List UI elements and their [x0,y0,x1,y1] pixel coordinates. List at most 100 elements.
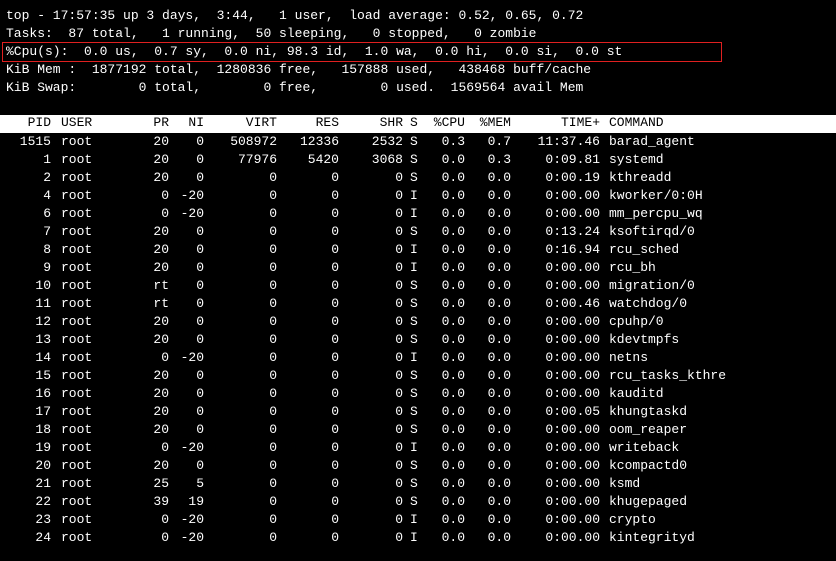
cell-pr: 20 [153,404,169,419]
cell-command: kworker/0:0H [609,188,703,203]
cell-s: S [410,314,418,329]
cell-res: 12336 [299,134,339,149]
cell-ni: 0 [196,386,204,401]
cell-pr: 20 [153,242,169,257]
table-row: 1 root 20 0 77976 5420 3068 S 0.0 0.3 0:09.81 syste… [0,151,836,169]
cell-pid: 1 [43,152,51,167]
cell-res: 0 [331,476,339,491]
cell-virt: 0 [269,278,277,293]
cell-pid: 9 [43,260,51,275]
cell-command: migration/0 [609,278,695,293]
table-row: 6 root 0 -20 0 0 0 I 0.0 0.0 0:00.00 mm_percpu_wq [0,205,836,223]
cell-s: I [410,512,418,527]
cell-shr: 0 [395,476,403,491]
cell-shr: 0 [395,350,403,365]
cell-pr: 20 [153,134,169,149]
cell-time: 0:00.00 [545,278,600,293]
mem-line: KiB Mem : 1877192 total, 1280836 free, 1… [6,62,592,77]
cell-command: kcompactd0 [609,458,688,473]
cell-user: root [61,332,93,347]
header-mem: %MEM [479,115,511,130]
cell-time: 0:00.00 [545,494,600,509]
cell-res: 5420 [307,152,339,167]
cell-user: root [61,368,93,383]
cell-mem: 0.0 [487,170,511,185]
cell-s: S [410,296,418,311]
cell-pr: 20 [153,422,169,437]
cell-cpu: 0.0 [441,332,465,347]
cell-time: 0:00.00 [545,368,600,383]
cell-pr: 20 [153,386,169,401]
cell-mem: 0.0 [487,476,511,491]
table-row: 10 root rt 0 0 0 0 S 0.0 0.0 0:00.00 migration/0 [0,277,836,295]
cell-virt: 0 [269,458,277,473]
cell-mem: 0.0 [487,260,511,275]
cell-user: root [61,134,93,149]
table-row: 13 root 20 0 0 0 0 S 0.0 0.0 0:00.00 kdevtmpfs [0,331,836,349]
cell-pid: 16 [35,386,51,401]
cell-shr: 0 [395,368,403,383]
cell-shr: 3068 [371,152,403,167]
cell-ni: 0 [196,368,204,383]
table-row: 20 root 20 0 0 0 0 S 0.0 0.0 0:00.00 kcompactd0 [0,457,836,475]
cell-virt: 0 [269,422,277,437]
cell-command: watchdog/0 [609,296,688,311]
cell-cpu: 0.0 [441,350,465,365]
cpu-highlight-box [2,42,722,62]
cell-s: S [410,278,418,293]
cell-time: 0:00.19 [545,170,600,185]
table-row: 9 root 20 0 0 0 0 I 0.0 0.0 0:00.00 rcu_bh [0,259,836,277]
cell-user: root [61,242,93,257]
cell-command: barad_agent [609,134,695,149]
cell-ni: 0 [196,458,204,473]
cell-user: root [61,188,93,203]
cell-shr: 0 [395,440,403,455]
cell-mem: 0.0 [487,206,511,221]
cell-pid: 14 [35,350,51,365]
cell-mem: 0.0 [487,224,511,239]
cell-pr: 39 [153,494,169,509]
cell-user: root [61,476,93,491]
cell-shr: 0 [395,458,403,473]
header-time: TIME+ [560,115,600,130]
cell-shr: 0 [395,332,403,347]
cell-time: 0:00.00 [545,512,600,527]
cell-cpu: 0.0 [441,422,465,437]
cell-time: 0:00.00 [545,350,600,365]
table-row: 1515 root 20 0 508972 12336 2532 S 0.3 0.7 11:37.4… [0,133,836,151]
cell-pid: 6 [43,206,51,221]
cell-pr: 20 [153,152,169,167]
cell-pid: 12 [35,314,51,329]
cell-virt: 0 [269,314,277,329]
cell-command: kauditd [609,386,664,401]
cell-ni: -20 [180,440,204,455]
cell-s: S [410,152,418,167]
tasks-line: Tasks: 87 total, 1 running, 50 sleeping,… [6,26,537,41]
cell-user: root [61,170,93,185]
terminal-window[interactable]: top - 17:57:35 up 3 days, 3:44, 1 user, … [0,0,836,561]
cell-mem: 0.0 [487,332,511,347]
cell-virt: 0 [269,512,277,527]
cell-pid: 17 [35,404,51,419]
cell-ni: 0 [196,260,204,275]
header-pr: PR [153,115,169,130]
cell-mem: 0.0 [487,494,511,509]
cell-time: 0:00.00 [545,332,600,347]
table-row: 7 root 20 0 0 0 0 S 0.0 0.0 0:13.24 ksoftirqd/0 [0,223,836,241]
cell-user: root [61,296,93,311]
cell-res: 0 [331,260,339,275]
cell-command: oom_reaper [609,422,688,437]
cell-time: 0:00.00 [545,314,600,329]
cell-command: khungtaskd [609,404,688,419]
header-pid: PID [27,115,51,130]
cell-cpu: 0.0 [441,404,465,419]
table-row: 11 root rt 0 0 0 0 S 0.0 0.0 0:00.46 watchdog/0 [0,295,836,313]
cell-shr: 0 [395,224,403,239]
header-cpu: %CPU [433,115,465,130]
cell-pid: 24 [35,530,51,545]
cell-virt: 0 [269,404,277,419]
cell-shr: 0 [395,170,403,185]
cell-ni: 0 [196,278,204,293]
cell-cpu: 0.0 [441,512,465,527]
cell-pid: 20 [35,458,51,473]
